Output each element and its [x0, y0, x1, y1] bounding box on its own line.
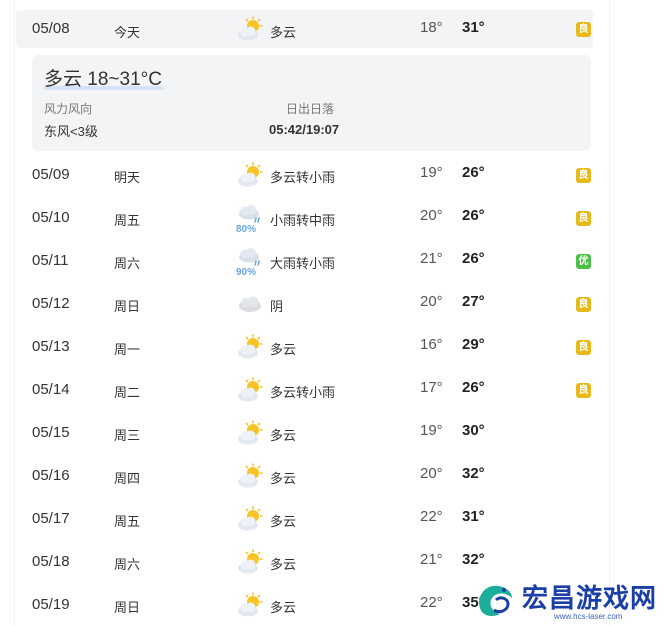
wind-label: 风力风向 — [44, 102, 93, 116]
forecast-date: 05/19 — [32, 596, 70, 613]
forecast-condition: 小雨转中雨 — [270, 213, 336, 228]
forecast-date: 05/14 — [32, 381, 70, 398]
forecast-condition: 多云 — [270, 600, 297, 615]
forecast-low-temp: 20° — [420, 293, 443, 310]
aqi-badge: 良 — [576, 383, 591, 398]
forecast-weekday: 周六 — [114, 557, 141, 572]
watermark: 宏昌游戏网 www.hcs-laser.com — [470, 576, 670, 626]
forecast-high-temp: 26° — [462, 164, 485, 181]
forecast-row[interactable]: 05/15 周三 多云 19° 30° — [16, 412, 593, 455]
forecast-date: 05/11 — [32, 252, 69, 269]
forecast-low-temp: 21° — [420, 250, 443, 267]
forecast-row[interactable]: 05/11 周六 90% 大雨转小雨 21° 26° 优 — [16, 240, 593, 283]
forecast-weekday: 周日 — [114, 299, 141, 314]
forecast-row[interactable]: 05/17 周五 多云 22° 31° — [16, 498, 593, 541]
partly-cloudy-icon — [236, 334, 264, 360]
aqi-badge: 良 — [576, 168, 591, 183]
partly-cloudy-icon — [236, 420, 264, 446]
forecast-date: 05/13 — [32, 338, 70, 355]
aqi-badge: 良 — [576, 22, 591, 37]
aqi-badge: 良 — [576, 340, 591, 355]
forecast-date: 05/09 — [32, 166, 70, 183]
forecast-date: 05/16 — [32, 467, 70, 484]
sunrise-sunset-value: 05:42/19:07 — [269, 122, 340, 137]
forecast-date: 05/17 — [32, 510, 70, 527]
forecast-weekday: 明天 — [114, 170, 141, 185]
cloudy-icon — [236, 291, 264, 317]
forecast-low-temp: 21° — [420, 551, 443, 568]
forecast-low-temp: 18° — [420, 19, 443, 36]
forecast-low-temp: 22° — [420, 508, 443, 525]
forecast-row[interactable]: 05/09 明天 多云转小雨 19° 26° 良 — [16, 154, 593, 197]
forecast-date: 05/15 — [32, 424, 70, 441]
forecast-row[interactable]: 05/16 周四 多云 20° 32° — [16, 455, 593, 498]
dragon-logo-icon — [472, 578, 518, 622]
forecast-condition: 多云 — [270, 428, 297, 443]
forecast-condition: 多云 — [270, 514, 297, 529]
forecast-low-temp: 22° — [420, 594, 443, 611]
precip-probability: 90% — [236, 267, 257, 278]
forecast-condition: 多云转小雨 — [270, 170, 336, 185]
forecast-condition: 多云 — [270, 471, 297, 486]
forecast-condition: 多云 — [270, 342, 297, 357]
partly-cloudy-icon — [236, 463, 264, 489]
partly-cloudy-icon — [236, 16, 264, 42]
forecast-row-today[interactable]: 05/08 今天 多云 18° 31° 良 — [16, 10, 593, 48]
forecast-low-temp: 19° — [420, 422, 443, 439]
forecast-high-temp: 26° — [462, 250, 485, 267]
partly-cloudy-icon — [236, 592, 264, 618]
forecast-date: 05/08 — [32, 20, 70, 37]
forecast-date: 05/10 — [32, 209, 70, 226]
forecast-high-temp: 26° — [462, 379, 485, 396]
forecast-low-temp: 20° — [420, 207, 443, 224]
forecast-high-temp: 29° — [462, 336, 485, 353]
partly-cloudy-icon — [236, 377, 264, 403]
forecast-weekday: 周二 — [114, 385, 141, 400]
forecast-high-temp: 30° — [462, 422, 485, 439]
forecast-high-temp: 27° — [462, 293, 485, 310]
forecast-weekday: 周日 — [114, 600, 141, 615]
forecast-weekday: 周一 — [114, 342, 141, 357]
partly-cloudy-icon — [236, 506, 264, 532]
forecast-condition: 多云 — [270, 25, 297, 40]
forecast-row[interactable]: 05/10 周五 80% 小雨转中雨 20° 26° 良 — [16, 197, 593, 240]
forecast-high-temp: 32° — [462, 551, 485, 568]
forecast-condition: 多云 — [270, 557, 297, 572]
forecast-weekday: 周三 — [114, 428, 141, 443]
forecast-row[interactable]: 05/13 周一 多云 16° 29° 良 — [16, 326, 593, 369]
forecast-weekday: 周五 — [114, 213, 141, 228]
forecast-row[interactable]: 05/12 周日 阴 20° 27° 良 — [16, 283, 593, 326]
forecast-row[interactable]: 05/14 周二 多云转小雨 17° 26° 良 — [16, 369, 593, 412]
today-detail-card: 多云 18~31°C 风力风向 东风<3级 日出日落 05:42/19:07 — [32, 55, 591, 151]
forecast-high-temp: 31° — [462, 19, 485, 36]
sunrise-sunset-label: 日出日落 — [286, 102, 335, 116]
wind-value: 东风<3级 — [44, 124, 98, 139]
partly-cloudy-icon — [236, 162, 264, 188]
forecast-high-temp: 31° — [462, 508, 485, 525]
forecast-condition: 阴 — [270, 299, 284, 314]
forecast-weekday: 今天 — [114, 25, 141, 40]
watermark-text: 宏昌游戏网 — [522, 583, 658, 613]
forecast-low-temp: 17° — [420, 379, 443, 396]
detail-title: 多云 18~31°C — [44, 69, 162, 90]
forecast-date: 05/18 — [32, 553, 70, 570]
partly-cloudy-icon — [236, 549, 264, 575]
aqi-badge: 优 — [576, 254, 591, 269]
forecast-weekday: 周六 — [114, 256, 141, 271]
forecast-low-temp: 16° — [420, 336, 443, 353]
forecast-low-temp: 20° — [420, 465, 443, 482]
forecast-date: 05/12 — [32, 295, 70, 312]
forecast-high-temp: 32° — [462, 465, 485, 482]
precip-probability: 80% — [236, 224, 257, 235]
aqi-badge: 良 — [576, 297, 591, 312]
forecast-weekday: 周五 — [114, 514, 141, 529]
watermark-url: www.hcs-laser.com — [554, 612, 623, 621]
forecast-high-temp: 26° — [462, 207, 485, 224]
forecast-weekday: 周四 — [114, 471, 141, 486]
aqi-badge: 良 — [576, 211, 591, 226]
forecast-condition: 多云转小雨 — [270, 385, 336, 400]
forecast-condition: 大雨转小雨 — [270, 256, 336, 271]
forecast-low-temp: 19° — [420, 164, 443, 181]
